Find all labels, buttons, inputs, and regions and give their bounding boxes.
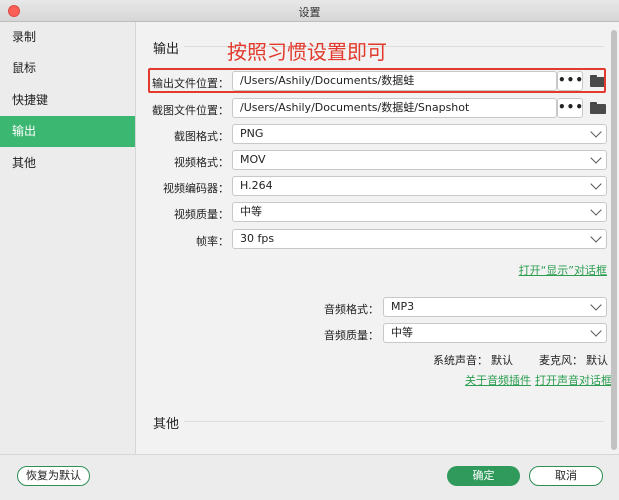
video-format-select[interactable]: MOV: [232, 150, 607, 170]
video-quality-select[interactable]: 中等: [232, 202, 607, 222]
video-quality-value: 中等: [240, 205, 262, 218]
frame-rate-value: 30 fps: [240, 232, 275, 245]
audio-format-select[interactable]: MP3: [383, 297, 607, 317]
sidebar: 录制 鼠标 快捷键 输出 其他: [0, 22, 136, 454]
about-audio-plugin-link[interactable]: 关于音频插件: [465, 372, 531, 388]
sidebar-item-shortcuts[interactable]: 快捷键: [0, 85, 135, 116]
screenshot-format-value: PNG: [240, 127, 264, 140]
video-quality-label: 视频质量：: [174, 208, 229, 221]
section-divider: [184, 421, 604, 422]
chevron-down-icon: [590, 204, 602, 216]
frame-rate-label: 帧率：: [196, 235, 229, 248]
chevron-down-icon: [590, 325, 602, 337]
audio-quality-value: 中等: [391, 326, 413, 339]
open-display-dialog-link[interactable]: 打开“显示”对话框: [519, 262, 607, 278]
chevron-down-icon: [590, 231, 602, 243]
screenshot-format-label: 截图格式：: [174, 130, 229, 143]
cancel-button[interactable]: 取消: [529, 466, 603, 486]
title-bar: 设置: [0, 0, 619, 22]
annotation-highlight-box: [148, 68, 606, 93]
sidebar-item-mouse[interactable]: 鼠标: [0, 53, 135, 84]
chevron-down-icon: [590, 178, 602, 190]
video-codec-value: H.264: [240, 179, 273, 192]
system-sound-label: 系统声音：: [433, 354, 488, 367]
screenshot-browse-button[interactable]: •••: [557, 98, 583, 118]
open-audio-dialog-link[interactable]: 打开声音对话框: [535, 372, 612, 388]
sidebar-item-output[interactable]: 输出: [0, 116, 135, 147]
scrollbar-thumb[interactable]: [611, 30, 617, 450]
annotation-text: 按照习惯设置即可: [227, 40, 387, 64]
video-format-value: MOV: [240, 153, 266, 166]
chevron-down-icon: [590, 299, 602, 311]
audio-quality-select[interactable]: 中等: [383, 323, 607, 343]
video-codec-label: 视频编码器：: [163, 182, 229, 195]
microphone-value: 默认: [586, 354, 608, 367]
screenshot-location-label: 截图文件位置：: [152, 104, 229, 117]
screenshot-format-select[interactable]: PNG: [232, 124, 607, 144]
frame-rate-select[interactable]: 30 fps: [232, 229, 607, 249]
audio-format-label: 音频格式：: [324, 303, 379, 316]
sidebar-item-record[interactable]: 录制: [0, 22, 135, 53]
sidebar-item-other[interactable]: 其他: [0, 148, 135, 179]
audio-format-value: MP3: [391, 300, 415, 313]
video-format-label: 视频格式：: [174, 156, 229, 169]
restore-default-button[interactable]: 恢复为默认: [17, 466, 90, 486]
ok-button[interactable]: 确定: [447, 466, 520, 486]
footer-bar: 恢复为默认 确定 取消: [0, 454, 619, 500]
system-sound-value: 默认: [491, 354, 513, 367]
other-section-title: 其他: [153, 417, 180, 432]
output-section-title: 输出: [153, 42, 180, 57]
folder-icon[interactable]: [590, 102, 606, 114]
window-title: 设置: [298, 6, 321, 19]
video-codec-select[interactable]: H.264: [232, 176, 607, 196]
chevron-down-icon: [590, 152, 602, 164]
microphone-label: 麦克风：: [539, 354, 583, 367]
chevron-down-icon: [590, 126, 602, 138]
scrollbar[interactable]: [609, 22, 619, 454]
screenshot-location-field[interactable]: /Users/Ashily/Documents/数据蛙/Snapshot: [232, 98, 557, 118]
audio-quality-label: 音频质量：: [324, 329, 379, 342]
